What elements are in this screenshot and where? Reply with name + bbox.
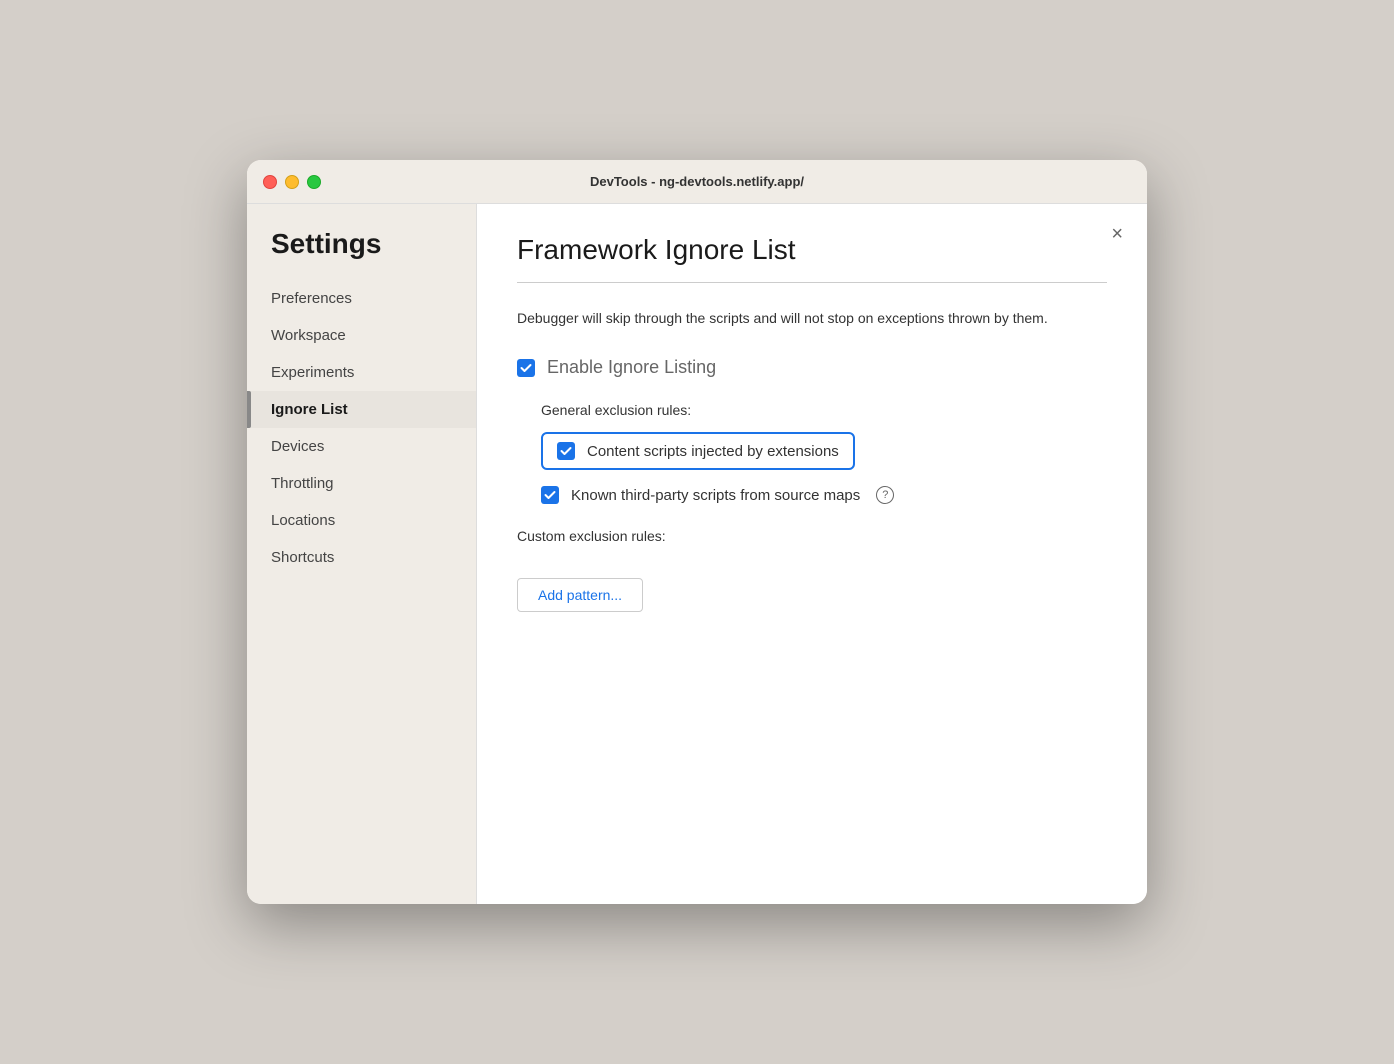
general-exclusion-label: General exclusion rules: bbox=[541, 402, 1107, 418]
rule1-highlighted-row[interactable]: Content scripts injected by extensions bbox=[541, 432, 855, 470]
rule2-checkmark-icon bbox=[544, 489, 556, 501]
traffic-lights bbox=[263, 175, 321, 189]
help-icon[interactable]: ? bbox=[876, 486, 894, 504]
sidebar-item-shortcuts[interactable]: Shortcuts bbox=[247, 539, 476, 576]
rule2-label[interactable]: Known third-party scripts from source ma… bbox=[571, 487, 860, 504]
maximize-traffic-light[interactable] bbox=[307, 175, 321, 189]
custom-exclusion-label: Custom exclusion rules: bbox=[517, 528, 1107, 544]
content-area: Settings Preferences Workspace Experimen… bbox=[247, 204, 1147, 904]
sidebar-item-devices[interactable]: Devices bbox=[247, 428, 476, 465]
rule1-checkmark-icon bbox=[560, 445, 572, 457]
checkmark-icon bbox=[520, 362, 532, 374]
panel-description: Debugger will skip through the scripts a… bbox=[517, 307, 1107, 329]
sidebar: Settings Preferences Workspace Experimen… bbox=[247, 204, 477, 904]
window: DevTools - ng-devtools.netlify.app/ Sett… bbox=[247, 160, 1147, 904]
enable-ignore-listing-row: Enable Ignore Listing bbox=[517, 357, 1107, 378]
custom-exclusion-section: Custom exclusion rules: Add pattern... bbox=[517, 528, 1107, 612]
sidebar-item-preferences[interactable]: Preferences bbox=[247, 280, 476, 317]
rule2-checkbox[interactable] bbox=[541, 486, 559, 504]
close-traffic-light[interactable] bbox=[263, 175, 277, 189]
general-exclusion-section: General exclusion rules: Content scripts… bbox=[541, 402, 1107, 504]
rule1-checkbox[interactable] bbox=[557, 442, 575, 460]
close-button[interactable]: × bbox=[1111, 224, 1123, 244]
titlebar: DevTools - ng-devtools.netlify.app/ bbox=[247, 160, 1147, 204]
minimize-traffic-light[interactable] bbox=[285, 175, 299, 189]
sidebar-item-workspace[interactable]: Workspace bbox=[247, 317, 476, 354]
sidebar-heading: Settings bbox=[247, 228, 476, 280]
sidebar-item-locations[interactable]: Locations bbox=[247, 502, 476, 539]
rule2-row: Known third-party scripts from source ma… bbox=[541, 486, 1107, 504]
main-panel: × Framework Ignore List Debugger will sk… bbox=[477, 204, 1147, 904]
sidebar-item-ignore-list[interactable]: Ignore List bbox=[247, 391, 476, 428]
enable-ignore-listing-label[interactable]: Enable Ignore Listing bbox=[547, 357, 716, 378]
enable-ignore-listing-checkbox[interactable] bbox=[517, 359, 535, 377]
panel-divider bbox=[517, 282, 1107, 283]
add-pattern-button[interactable]: Add pattern... bbox=[517, 578, 643, 612]
titlebar-title: DevTools - ng-devtools.netlify.app/ bbox=[590, 174, 804, 189]
sidebar-item-throttling[interactable]: Throttling bbox=[247, 465, 476, 502]
sidebar-item-experiments[interactable]: Experiments bbox=[247, 354, 476, 391]
panel-title: Framework Ignore List bbox=[517, 234, 1107, 266]
rule1-label[interactable]: Content scripts injected by extensions bbox=[587, 443, 839, 460]
